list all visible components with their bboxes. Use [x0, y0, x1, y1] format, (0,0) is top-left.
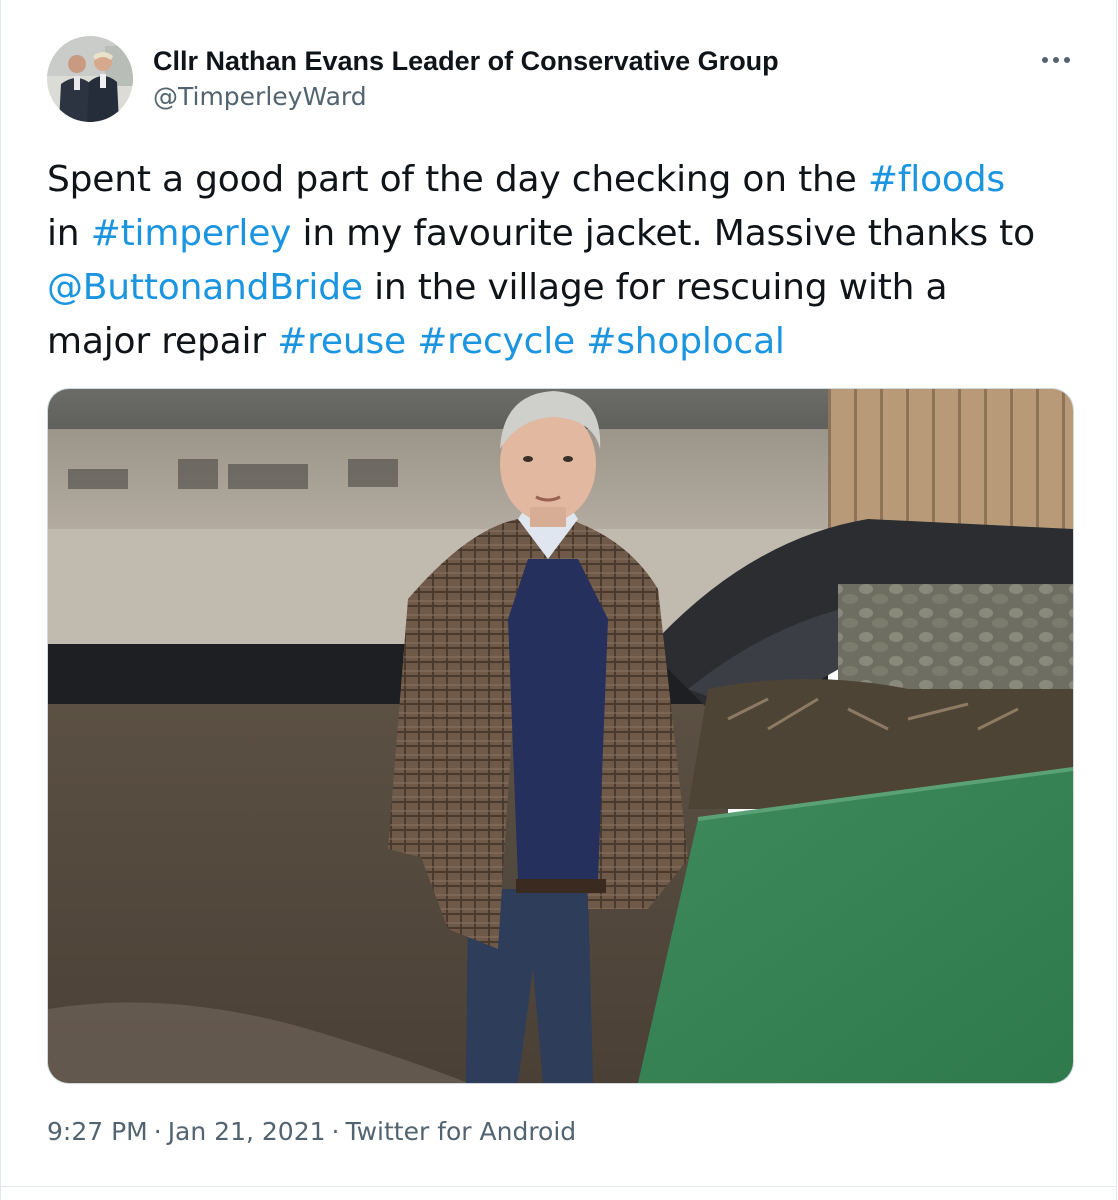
tweet-text-line: Spent a good part of the day checking on… — [47, 153, 1077, 207]
author-handle[interactable]: @TimperleyWard — [153, 81, 367, 113]
tweet-photo[interactable] — [47, 388, 1074, 1084]
tweet-meta: 9:27 PM · Jan 21, 2021 · Twitter for Android — [47, 1115, 576, 1149]
bottom-divider — [1, 1186, 1116, 1187]
author-name[interactable]: Cllr Nathan Evans Leader of Conservative… — [153, 44, 779, 78]
tweet-text: Spent a good part of the day checking on… — [47, 153, 1077, 369]
tweet-text-segment: Spent a good part of the day checking on… — [47, 159, 868, 200]
hashtag-reuse-link[interactable]: #reuse — [277, 321, 406, 362]
more-horizontal-icon — [1042, 57, 1070, 63]
meta-separator: · — [153, 1117, 162, 1146]
hashtag-floods-link[interactable]: #floods — [868, 159, 1005, 200]
tweet-text-line: major repair #reuse #recycle #shoplocal — [47, 315, 1077, 369]
meta-separator: · — [331, 1117, 340, 1146]
tweet-text-segment: in the village for rescuing with a — [362, 267, 948, 308]
tweet-text-line: @ButtonandBride in the village for rescu… — [47, 261, 1077, 315]
hashtag-recycle-link[interactable]: #recycle — [417, 321, 575, 362]
tweet-text-line: in #timperley in my favourite jacket. Ma… — [47, 207, 1077, 261]
tweet-text-segment: in my favourite jacket. Massive thanks t… — [291, 213, 1036, 254]
hashtag-shoplocal-link[interactable]: #shoplocal — [586, 321, 785, 362]
mention-buttonandbride-link[interactable]: @ButtonandBride — [47, 267, 363, 308]
more-options-button[interactable] — [1034, 46, 1078, 74]
author-avatar[interactable] — [47, 36, 133, 122]
tweet-time[interactable]: 9:27 PM — [47, 1117, 148, 1146]
tweet-text-segment: major repair — [47, 321, 278, 362]
tweet-text-segment: in — [47, 213, 91, 254]
tweet-source-link[interactable]: Twitter for Android — [345, 1117, 576, 1146]
hashtag-timperley-link[interactable]: #timperley — [91, 213, 292, 254]
tweet-card: Cllr Nathan Evans Leader of Conservative… — [0, 0, 1117, 1200]
tweet-date[interactable]: Jan 21, 2021 — [168, 1117, 326, 1146]
